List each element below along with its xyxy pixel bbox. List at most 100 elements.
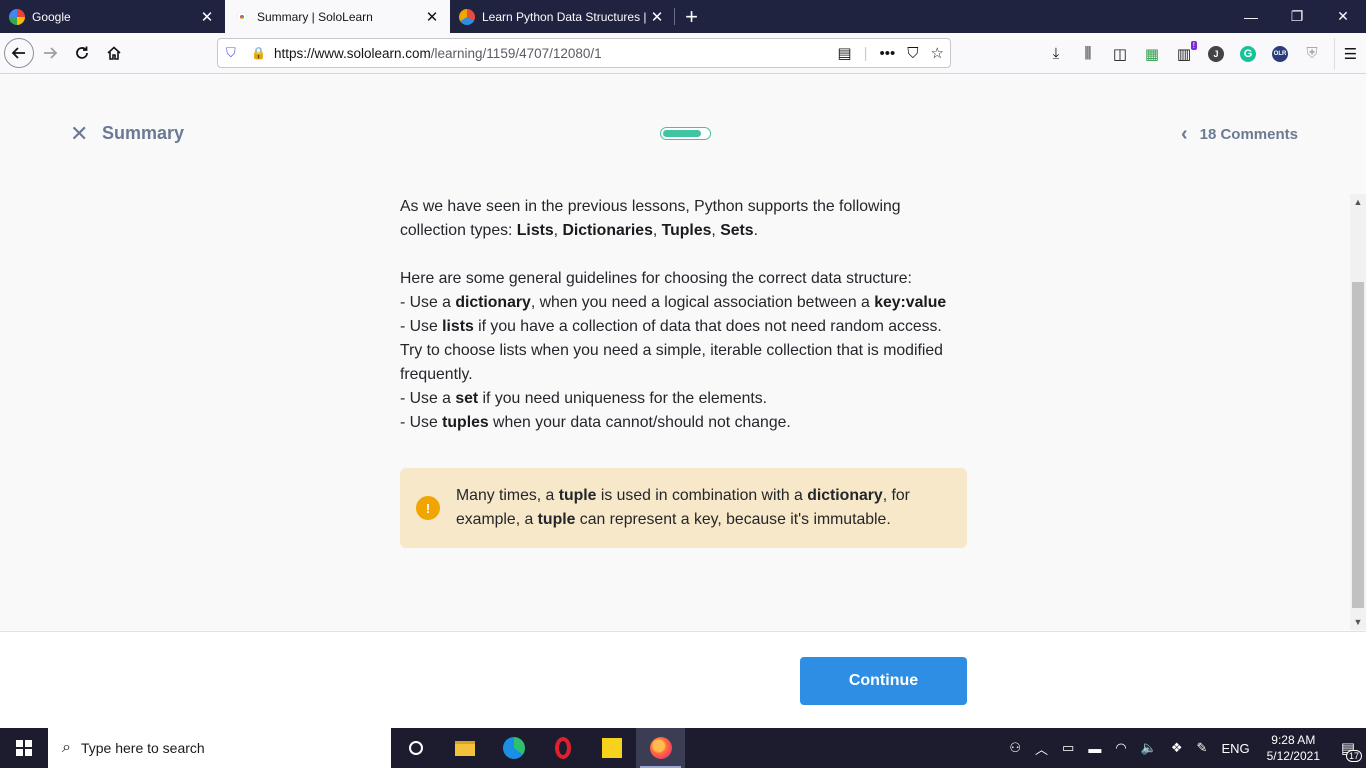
pen-icon[interactable]: ✎ (1190, 740, 1215, 756)
people-icon[interactable]: ⚇ (1002, 740, 1028, 756)
page-scrollbar[interactable]: ▲ ▼ (1350, 194, 1366, 630)
pocket-icon[interactable]: ⛉ (907, 45, 918, 62)
tracking-protection-shield-icon[interactable]: ⛉ (226, 45, 240, 61)
forward-button[interactable] (34, 37, 66, 69)
guidelines-intro: Here are some general guidelines for cho… (400, 270, 912, 287)
tip-callout: ! Many times, a tuple is used in combina… (400, 468, 967, 548)
guideline-tuples: - Use tuples when your data cannot/shoul… (400, 414, 791, 431)
start-button[interactable] (0, 728, 48, 768)
reload-button[interactable] (66, 37, 98, 69)
google-icon (9, 8, 25, 25)
lesson-page: ✕ Summary ‹ 18 Comments As we have seen … (0, 74, 1366, 728)
notification-badge: ! (1190, 40, 1197, 50)
show-hidden-icons-chevron-icon[interactable]: ︿ (1028, 739, 1055, 758)
reload-icon (76, 46, 88, 59)
taskbar-search-box[interactable]: ⌕ Type here to search (48, 728, 391, 768)
guideline-lists: - Use lists if you have a collection of … (400, 318, 943, 383)
wifi-icon[interactable]: ◠ (1108, 740, 1133, 756)
extension-bars-icon[interactable]: ▥! (1168, 38, 1200, 70)
tip-text: Many times, a tuple is used in combinati… (456, 487, 910, 528)
collection-types-paragraph: As we have seen in the previous lessons,… (400, 198, 901, 239)
notification-count: 17 (1345, 750, 1362, 762)
minimize-icon[interactable]: — (1228, 0, 1274, 33)
exclamation-icon: ! (416, 496, 440, 520)
course-site-icon (459, 8, 475, 25)
sidebar-icon[interactable]: ◫ (1104, 38, 1136, 70)
page-actions-menu-icon[interactable]: ••• (880, 45, 896, 62)
close-lesson-button[interactable]: ✕ Summary (70, 122, 185, 144)
lesson-progress-bar (660, 127, 711, 140)
grammarly-icon[interactable]: G (1232, 38, 1264, 70)
input-language[interactable]: ENG (1214, 741, 1256, 756)
back-button[interactable] (4, 38, 34, 68)
continue-button[interactable]: Continue (800, 657, 967, 705)
file-explorer-icon[interactable] (440, 728, 489, 768)
reader-view-icon[interactable]: ▤ (837, 44, 851, 62)
battery-icon[interactable]: ▬ (1081, 741, 1108, 756)
edge-icon[interactable] (489, 728, 538, 768)
close-window-icon[interactable]: ✕ (1320, 0, 1366, 33)
meet-now-icon[interactable]: ▭ (1055, 740, 1081, 756)
tab-label: Learn Python Data Structures | (482, 9, 647, 24)
lesson-content: As we have seen in the previous lessons,… (400, 195, 967, 435)
window-controls: — ❐ ✕ (1228, 0, 1366, 33)
sticky-notes-icon[interactable] (587, 728, 636, 768)
date: 5/12/2021 (1266, 749, 1320, 763)
extension-olr-icon[interactable]: OLR (1264, 38, 1296, 70)
close-tab-icon[interactable]: ✕ (649, 8, 665, 26)
browser-tab-strip: Google ✕ Summary | SoloLearn ✕ Learn Pyt… (0, 0, 1366, 33)
home-icon (107, 46, 121, 60)
search-icon: ⌕ (62, 739, 71, 756)
lock-icon[interactable]: 🔒 (251, 46, 266, 60)
comments-label: 18 Comments (1199, 126, 1298, 143)
chevron-left-icon: ‹ (1180, 123, 1188, 145)
windows-taskbar: ⌕ Type here to search ⚇ ︿ ▭ ▬ ◠ 🔈 ❖ ✎ EN… (0, 728, 1366, 768)
time: 9:28 AM (1271, 733, 1316, 747)
comments-button[interactable]: ‹ 18 Comments (1181, 123, 1298, 146)
new-tab-button[interactable]: + (675, 0, 708, 33)
close-tab-icon[interactable]: ✕ (424, 8, 440, 26)
extension-film-icon[interactable]: ▦ (1136, 38, 1168, 70)
lesson-header: ✕ Summary ‹ 18 Comments (0, 74, 1366, 194)
library-icon[interactable]: ⫼ (1072, 38, 1104, 70)
scroll-up-icon[interactable]: ▲ (1350, 194, 1366, 210)
system-tray: ⚇ ︿ ▭ ▬ ◠ 🔈 ❖ ✎ ENG 9:28 AM 5/12/2021 ▤ … (1002, 728, 1366, 768)
scrollbar-thumb[interactable] (1352, 282, 1364, 608)
cortana-icon[interactable] (391, 728, 440, 768)
app-menu-icon[interactable]: ☰ (1334, 37, 1366, 70)
scroll-down-icon[interactable]: ▼ (1350, 614, 1366, 630)
bookmark-star-icon[interactable]: ☆ (931, 44, 944, 62)
url-host: https://www.sololearn.com (273, 45, 431, 61)
close-tab-icon[interactable]: ✕ (199, 8, 215, 26)
firefox-icon[interactable] (636, 728, 685, 768)
profile-avatar[interactable]: J (1200, 38, 1232, 70)
extension-shield-icon[interactable]: ⛨ (1296, 38, 1328, 70)
clock[interactable]: 9:28 AM 5/12/2021 (1257, 732, 1330, 764)
url-path: /learning/1159/4707/12080/1 (430, 45, 602, 61)
arrow-right-icon (44, 47, 58, 59)
volume-icon[interactable]: 🔈 (1134, 740, 1164, 756)
downloads-icon[interactable]: ⤓ (1040, 38, 1072, 70)
action-center-button[interactable]: ▤ 17 (1330, 728, 1366, 768)
browser-toolbar: ⛉ 🔒 https://www.sololearn.com/learning/1… (0, 33, 1366, 74)
arrow-left-icon (11, 47, 25, 59)
restore-icon[interactable]: ❐ (1274, 0, 1320, 33)
close-icon[interactable]: ✕ (70, 122, 90, 144)
tab-learn-python[interactable]: Learn Python Data Structures | ✕ (450, 0, 675, 33)
tab-label: Google (32, 9, 71, 24)
guideline-set: - Use a set if you need uniqueness for t… (400, 390, 768, 407)
search-placeholder: Type here to search (80, 740, 205, 756)
guideline-dictionary: - Use a dictionary, when you need a logi… (400, 294, 947, 311)
tab-sololearn-summary[interactable]: Summary | SoloLearn ✕ (225, 0, 450, 33)
tab-label: Summary | SoloLearn (257, 9, 373, 24)
opera-icon[interactable] (538, 728, 587, 768)
dropbox-icon[interactable]: ❖ (1164, 740, 1190, 756)
tab-google[interactable]: Google ✕ (0, 0, 225, 33)
page-title: Summary (102, 123, 185, 143)
progress-fill (663, 130, 702, 137)
lesson-footer: Continue (0, 631, 1366, 728)
address-bar[interactable]: ⛉ 🔒 https://www.sololearn.com/learning/1… (217, 38, 951, 68)
windows-logo-icon (16, 740, 32, 756)
home-button[interactable] (98, 37, 130, 69)
sololearn-icon (234, 8, 250, 25)
